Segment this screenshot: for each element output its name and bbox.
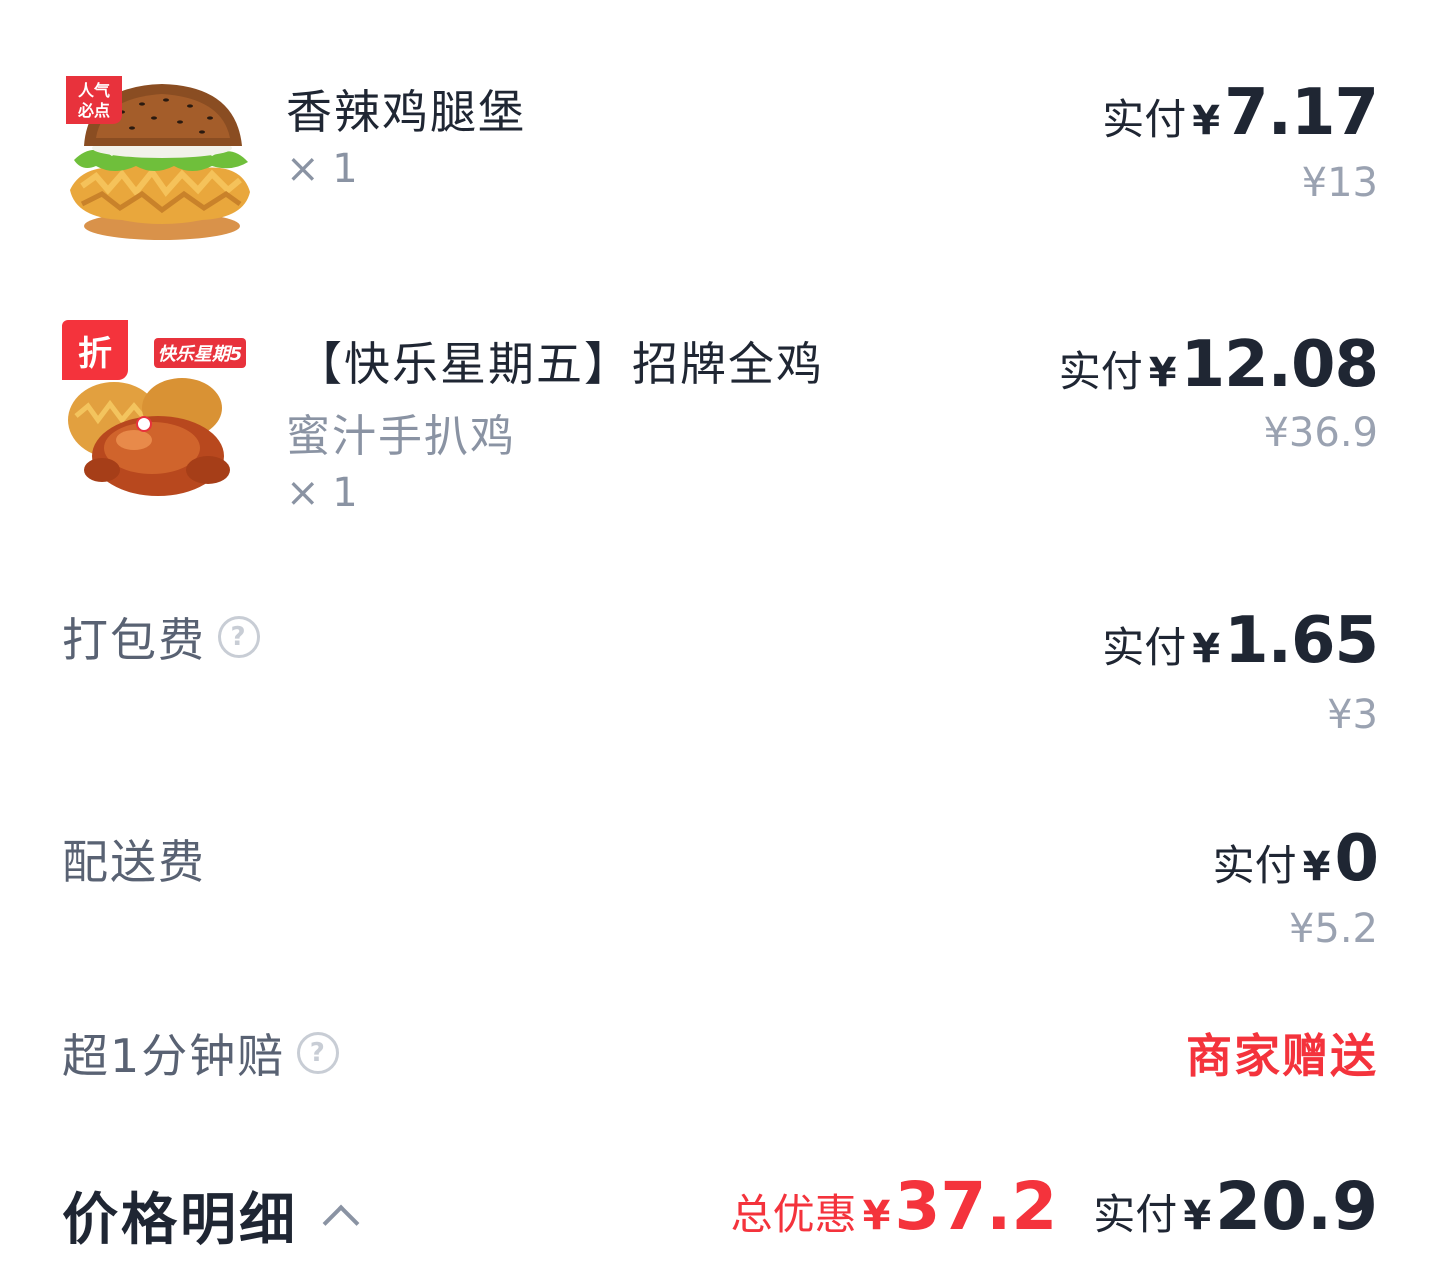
total-paid-amount: 20.9 (1215, 1168, 1378, 1245)
item-quantity: × 1 (286, 470, 358, 516)
question-circle-icon[interactable]: ? (297, 1032, 340, 1074)
price-detail-toggle[interactable]: 价格明细 (62, 1175, 360, 1256)
paid-label: 实付 (1058, 347, 1143, 396)
question-circle-icon[interactable]: ? (218, 616, 260, 658)
packaging-fee-original: ¥3 (1327, 692, 1378, 738)
svg-text:必点: 必点 (77, 101, 110, 120)
currency-symbol: ¥ (1192, 98, 1221, 144)
paid-amount: 7.17 (1224, 76, 1379, 150)
total-paid-label: 实付 (1093, 1190, 1178, 1239)
late-compensation-label: 超1分钟赔 ? (62, 1020, 340, 1086)
item-original-price: ¥13 (1301, 160, 1378, 206)
price-detail-panel: 人气 必点 香辣鸡腿堡 × 1 实付 ¥ 7.17 ¥13 快乐星期5 折 【快… (0, 0, 1440, 1287)
item-name: 香辣鸡腿堡 (286, 85, 526, 139)
fee-label-text: 超1分钟赔 (62, 1029, 286, 1083)
paid-amount: 12.08 (1180, 328, 1379, 402)
item-quantity: × 1 (286, 146, 358, 192)
order-item[interactable]: 快乐星期5 折 【快乐星期五】招牌全鸡 蜜汁手扒鸡 × 1 实付 ¥ 12.08 (0, 270, 1440, 560)
delivery-fee-original: ¥5.2 (1288, 906, 1378, 952)
svg-text:人气: 人气 (78, 81, 110, 100)
burger-image: 人气 必点 (62, 68, 252, 258)
footer-title-text: 价格明细 (62, 1188, 298, 1253)
merchant-gift-text: 商家赠送 (1186, 1029, 1378, 1083)
currency-symbol: ¥ (1192, 626, 1221, 672)
chevron-up-icon (322, 1204, 360, 1241)
fee-label-text: 配送费 (62, 835, 206, 889)
item-paid-price: 实付 ¥ 7.17 (1102, 76, 1379, 150)
total-discount-label: 总优惠 (730, 1190, 857, 1239)
paid-label: 实付 (1102, 95, 1187, 144)
item-spec: 蜜汁手扒鸡 (286, 411, 516, 462)
currency-symbol: ¥ (1148, 350, 1177, 396)
paid-amount: 1.65 (1224, 604, 1379, 678)
paid-amount: 0 (1334, 822, 1379, 896)
discount-badge: 折 (62, 320, 128, 380)
currency-symbol: ¥ (862, 1193, 891, 1239)
delivery-fee-paid: 实付 ¥ 0 (1212, 822, 1379, 896)
item-original-price: ¥36.9 (1263, 410, 1378, 456)
order-item[interactable]: 人气 必点 香辣鸡腿堡 × 1 实付 ¥ 7.17 ¥13 (0, 0, 1440, 270)
paid-label: 实付 (1102, 623, 1187, 672)
footer-totals: 总优惠 ¥ 37.2 实付 ¥ 20.9 (731, 1168, 1378, 1245)
item-paid-price: 实付 ¥ 12.08 (1058, 328, 1379, 402)
currency-symbol: ¥ (1302, 844, 1331, 890)
delivery-fee-label: 配送费 (62, 826, 206, 892)
roast-chicken-image: 快乐星期5 折 (62, 320, 252, 510)
item-name: 【快乐星期五】招牌全鸡 (296, 337, 824, 391)
paid-label: 实付 (1212, 841, 1297, 890)
currency-symbol: ¥ (1183, 1193, 1212, 1239)
svg-text:快乐星期5: 快乐星期5 (158, 344, 243, 365)
fee-label-text: 打包费 (62, 613, 206, 667)
total-discount-amount: 37.2 (894, 1168, 1058, 1245)
packaging-fee-label: 打包费 ? (62, 604, 260, 670)
packaging-fee-paid: 实付 ¥ 1.65 (1102, 604, 1379, 678)
